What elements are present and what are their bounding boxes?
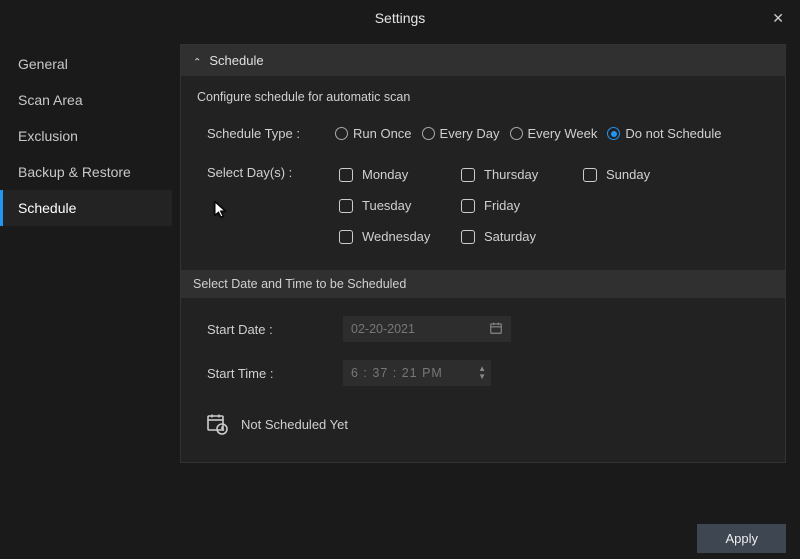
time-spinner[interactable]: ▲ ▼ <box>478 365 487 381</box>
radio-icon <box>422 127 435 140</box>
checkbox-icon <box>339 199 353 213</box>
day-label-thursday: Thursday <box>484 167 538 182</box>
checkbox-icon <box>461 168 475 182</box>
chevron-up-icon: ⌄ <box>193 55 201 66</box>
sidebar-item-scan-area[interactable]: Scan Area <box>0 82 172 118</box>
day-label-monday: Monday <box>362 167 408 182</box>
close-icon[interactable]: ✕ <box>766 8 790 29</box>
schedule-type-label: Schedule Type : <box>207 126 315 141</box>
checkbox-icon <box>461 230 475 244</box>
start-date-label: Start Date : <box>207 322 317 337</box>
schedule-status-text: Not Scheduled Yet <box>241 417 348 432</box>
radio-every-day[interactable]: Every Day <box>422 126 500 141</box>
start-time-value: 6 : 37 : 21 PM <box>351 366 443 380</box>
schedule-section-header[interactable]: ⌄ Schedule <box>181 45 785 76</box>
radio-icon <box>510 127 523 140</box>
day-label-wednesday: Wednesday <box>362 229 430 244</box>
datetime-section-header: Select Date and Time to be Scheduled <box>181 270 785 298</box>
sidebar-item-backup-restore[interactable]: Backup & Restore <box>0 154 172 190</box>
sidebar-item-general[interactable]: General <box>0 46 172 82</box>
start-time-label: Start Time : <box>207 366 317 381</box>
window-title: Settings <box>375 10 426 26</box>
radio-icon <box>607 127 620 140</box>
start-date-input[interactable]: 02-20-2021 <box>343 316 511 342</box>
radio-label-every-day: Every Day <box>440 126 500 141</box>
day-label-friday: Friday <box>484 198 520 213</box>
radio-every-week[interactable]: Every Week <box>510 126 598 141</box>
radio-label-run-once: Run Once <box>353 126 412 141</box>
select-days-label: Select Day(s) : <box>207 159 315 180</box>
start-date-value: 02-20-2021 <box>351 322 415 336</box>
checkbox-saturday[interactable]: Saturday <box>461 221 583 252</box>
apply-button[interactable]: Apply <box>697 524 786 553</box>
sidebar: General Scan Area Exclusion Backup & Res… <box>0 36 172 559</box>
schedule-panel: ⌄ Schedule Configure schedule for automa… <box>180 44 786 463</box>
day-label-sunday: Sunday <box>606 167 650 182</box>
day-label-saturday: Saturday <box>484 229 536 244</box>
spinner-down-icon[interactable]: ▼ <box>478 373 487 381</box>
checkbox-friday[interactable]: Friday <box>461 190 583 221</box>
checkbox-icon <box>583 168 597 182</box>
radio-do-not-schedule[interactable]: Do not Schedule <box>607 126 721 141</box>
schedule-header-label: Schedule <box>209 53 263 68</box>
checkbox-sunday[interactable]: Sunday <box>583 159 693 190</box>
schedule-type-group: Run Once Every Day Every Week Do no <box>335 126 727 141</box>
schedule-subtitle: Configure schedule for automatic scan <box>197 90 769 104</box>
sidebar-item-schedule[interactable]: Schedule <box>0 190 172 226</box>
radio-icon <box>335 127 348 140</box>
checkbox-icon <box>339 230 353 244</box>
calendar-icon[interactable] <box>489 321 503 338</box>
checkbox-wednesday[interactable]: Wednesday <box>339 221 461 252</box>
checkbox-icon <box>461 199 475 213</box>
radio-label-every-week: Every Week <box>528 126 598 141</box>
titlebar: Settings ✕ <box>0 0 800 36</box>
day-label-tuesday: Tuesday <box>362 198 411 213</box>
checkbox-tuesday[interactable]: Tuesday <box>339 190 461 221</box>
radio-run-once[interactable]: Run Once <box>335 126 412 141</box>
schedule-status-icon <box>205 412 229 436</box>
sidebar-item-exclusion[interactable]: Exclusion <box>0 118 172 154</box>
start-time-input[interactable]: 6 : 37 : 21 PM ▲ ▼ <box>343 360 491 386</box>
checkbox-monday[interactable]: Monday <box>339 159 461 190</box>
radio-label-do-not: Do not Schedule <box>625 126 721 141</box>
checkbox-thursday[interactable]: Thursday <box>461 159 583 190</box>
checkbox-icon <box>339 168 353 182</box>
